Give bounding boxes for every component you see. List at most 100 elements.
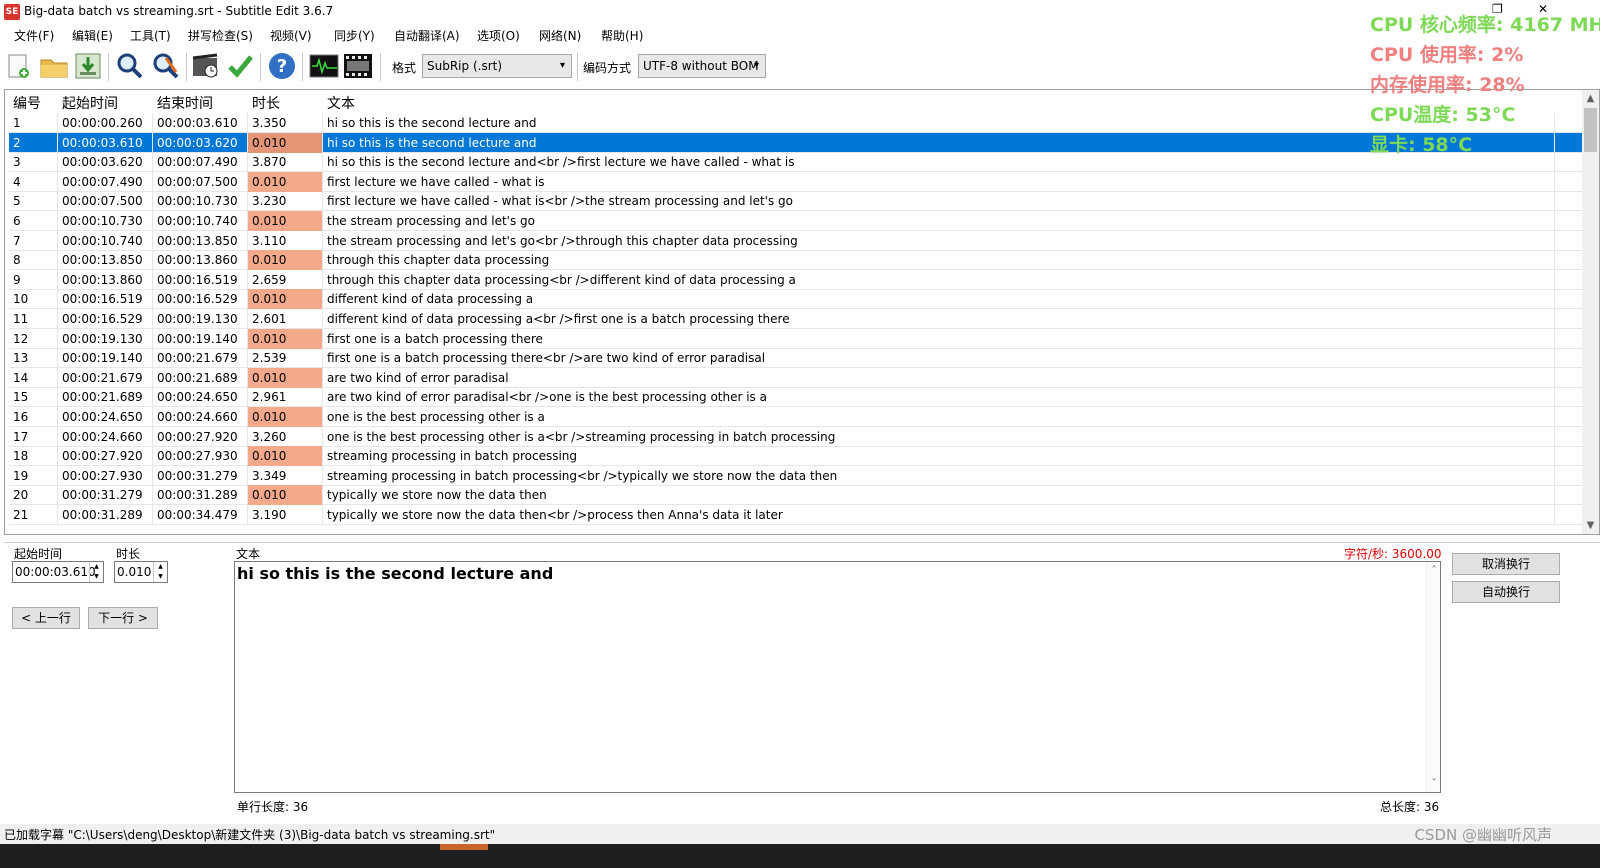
row-end-time: 00:00:21.689 bbox=[153, 367, 248, 388]
table-row[interactable]: 3 00:00:03.620 00:00:07.490 3.870 hi so this… bbox=[9, 152, 1583, 173]
menu-sync[interactable]: 同步(Y) bbox=[334, 27, 375, 44]
row-start-time: 00:00:16.529 bbox=[58, 309, 153, 329]
header-start-time[interactable]: 起始时间 bbox=[62, 93, 118, 113]
previous-line-button[interactable]: < 上一行 bbox=[12, 607, 80, 629]
row-number: 13 bbox=[9, 348, 58, 369]
waveform-icon[interactable] bbox=[308, 50, 340, 82]
row-end-time: 00:00:16.529 bbox=[153, 289, 248, 310]
header-duration[interactable]: 时长 bbox=[252, 93, 280, 113]
scroll-down-icon[interactable]: ˅ bbox=[1427, 775, 1441, 792]
header-text[interactable]: 文本 bbox=[327, 93, 355, 113]
row-text: first lecture we have called - what is<b… bbox=[323, 191, 1555, 212]
format-select[interactable]: SubRip (.srt) ▾ bbox=[422, 54, 572, 78]
row-text: first one is a batch processing there bbox=[323, 328, 1555, 349]
row-start-time: 00:00:07.490 bbox=[58, 171, 153, 192]
replace-icon[interactable] bbox=[150, 50, 182, 82]
video-frame-icon[interactable] bbox=[342, 50, 374, 82]
text-scrollbar[interactable]: ˄ ˅ bbox=[1426, 562, 1440, 792]
menu-spellcheck[interactable]: 拼写检查(S) bbox=[188, 27, 253, 44]
row-text: different kind of data processing a<br /… bbox=[323, 309, 1555, 329]
row-start-time: 00:00:24.650 bbox=[58, 407, 153, 427]
table-row[interactable]: 1 00:00:00.260 00:00:03.610 3.350 hi so this… bbox=[9, 113, 1583, 133]
encoding-select[interactable]: UTF-8 without BOM ▾ bbox=[638, 54, 766, 78]
table-row[interactable]: 6 00:00:10.730 00:00:10.740 0.010 the stream… bbox=[9, 211, 1583, 231]
table-row[interactable]: 5 00:00:07.500 00:00:10.730 3.230 first lect… bbox=[9, 191, 1583, 212]
table-row[interactable]: 20 00:00:31.279 00:00:31.289 0.010 typically… bbox=[9, 485, 1583, 506]
menu-options[interactable]: 选项(O) bbox=[477, 27, 520, 44]
search-icon[interactable] bbox=[114, 50, 146, 82]
header-end-time[interactable]: 结束时间 bbox=[157, 93, 213, 113]
row-end-time: 00:00:19.140 bbox=[153, 328, 248, 349]
start-time-stepper[interactable]: 00:00:03.610 ▲ ▼ bbox=[12, 561, 104, 583]
stepper-arrows-icon[interactable]: ▲ ▼ bbox=[89, 562, 103, 582]
table-row[interactable]: 15 00:00:21.689 00:00:24.650 2.961 are two k… bbox=[9, 387, 1583, 408]
subtitle-text-content: hi so this is the second lecture and bbox=[237, 564, 554, 583]
format-value: SubRip (.srt) bbox=[427, 59, 503, 73]
checkmark-icon[interactable] bbox=[224, 50, 256, 82]
stepper-arrows-icon[interactable]: ▲ ▼ bbox=[153, 562, 167, 582]
table-row[interactable]: 21 00:00:31.289 00:00:34.479 3.190 typically… bbox=[9, 505, 1583, 525]
save-download-icon[interactable] bbox=[72, 50, 104, 82]
subtitle-text-area[interactable]: hi so this is the second lecture and ˄ ˅ bbox=[234, 561, 1441, 793]
chars-per-second: 字符/秒: 3600.00 bbox=[1344, 547, 1442, 561]
table-row[interactable]: 4 00:00:07.490 00:00:07.500 0.010 first lect… bbox=[9, 171, 1583, 192]
row-text: the stream processing and let's go<br />… bbox=[323, 230, 1555, 251]
help-icon[interactable]: ? bbox=[266, 50, 298, 82]
video-clock-icon[interactable] bbox=[190, 50, 222, 82]
duration-value: 0.010 bbox=[117, 565, 152, 579]
menu-video[interactable]: 视频(V) bbox=[270, 27, 312, 44]
table-row[interactable]: 11 00:00:16.529 00:00:19.130 2.601 different… bbox=[9, 309, 1583, 329]
open-folder-icon[interactable] bbox=[38, 50, 70, 82]
row-end-time: 00:00:31.279 bbox=[153, 465, 248, 486]
single-line-length: 单行长度: 36 bbox=[237, 800, 309, 814]
row-duration: 3.260 bbox=[248, 426, 323, 447]
row-number: 7 bbox=[9, 230, 58, 251]
table-row[interactable]: 13 00:00:19.140 00:00:21.679 2.539 first one… bbox=[9, 348, 1583, 369]
menu-network[interactable]: 网络(N) bbox=[539, 27, 581, 44]
row-start-time: 00:00:07.500 bbox=[58, 191, 153, 212]
duration-stepper[interactable]: 0.010 ▲ ▼ bbox=[114, 561, 168, 583]
new-file-icon[interactable] bbox=[2, 50, 34, 82]
header-number[interactable]: 编号 bbox=[13, 93, 41, 113]
menu-help[interactable]: 帮助(H) bbox=[601, 27, 643, 44]
table-row[interactable]: 16 00:00:24.650 00:00:24.660 0.010 one is th… bbox=[9, 407, 1583, 427]
scroll-up-icon[interactable]: ˄ bbox=[1427, 562, 1441, 579]
row-duration: 2.601 bbox=[248, 309, 323, 329]
watermark: CSDN @幽幽听风声 bbox=[1414, 826, 1552, 844]
row-duration: 0.010 bbox=[248, 485, 323, 506]
table-row[interactable]: 10 00:00:16.519 00:00:16.529 0.010 different… bbox=[9, 289, 1583, 310]
unbreak-button[interactable]: 取消换行 bbox=[1452, 553, 1560, 575]
row-end-time: 00:00:21.679 bbox=[153, 348, 248, 369]
row-end-time: 00:00:13.860 bbox=[153, 250, 248, 271]
table-row[interactable]: 8 00:00:13.850 00:00:13.860 0.010 through th… bbox=[9, 250, 1583, 271]
cpu-frequency: CPU 核心频率: 4167 MHz bbox=[1370, 14, 1600, 36]
cpu-temperature: CPU温度: 53°C bbox=[1370, 104, 1516, 126]
table-row[interactable]: 18 00:00:27.920 00:00:27.930 0.010 streaming… bbox=[9, 446, 1583, 467]
menu-auto-translate[interactable]: 自动翻译(A) bbox=[394, 27, 460, 44]
table-row[interactable]: 19 00:00:27.930 00:00:31.279 3.349 streaming… bbox=[9, 465, 1583, 486]
row-text: streaming processing in batch processing bbox=[323, 446, 1555, 467]
menu-tools[interactable]: 工具(T) bbox=[130, 27, 171, 44]
app-logo-icon: SE bbox=[4, 4, 20, 20]
next-line-button[interactable]: 下一行 > bbox=[88, 607, 158, 629]
table-row[interactable]: 17 00:00:24.660 00:00:27.920 3.260 one is th… bbox=[9, 426, 1583, 447]
chevron-down-icon: ▾ bbox=[559, 60, 565, 71]
status-bar: 已加载字幕 "C:\Users\deng\Desktop\新建文件夹 (3)\B… bbox=[0, 824, 1600, 844]
row-start-time: 00:00:27.920 bbox=[58, 446, 153, 467]
chevron-down-icon: ▾ bbox=[753, 60, 759, 71]
table-row[interactable]: 12 00:00:19.130 00:00:19.140 0.010 first one… bbox=[9, 328, 1583, 349]
menu-file[interactable]: 文件(F) bbox=[14, 27, 54, 44]
table-row[interactable]: 2 00:00:03.610 00:00:03.620 0.010 hi so this… bbox=[9, 132, 1583, 153]
row-end-time: 00:00:07.500 bbox=[153, 171, 248, 192]
row-end-time: 00:00:10.730 bbox=[153, 191, 248, 212]
menu-edit[interactable]: 编辑(E) bbox=[72, 27, 113, 44]
table-row[interactable]: 14 00:00:21.679 00:00:21.689 0.010 are two k… bbox=[9, 367, 1583, 388]
row-number: 14 bbox=[9, 367, 58, 388]
taskbar bbox=[0, 844, 1600, 868]
scroll-down-icon[interactable]: ▼ bbox=[1582, 517, 1599, 534]
table-row[interactable]: 9 00:00:13.860 00:00:16.519 2.659 through th… bbox=[9, 269, 1583, 290]
row-start-time: 00:00:21.679 bbox=[58, 367, 153, 388]
table-row[interactable]: 7 00:00:10.740 00:00:13.850 3.110 the stream… bbox=[9, 230, 1583, 251]
auto-break-button[interactable]: 自动换行 bbox=[1452, 581, 1560, 603]
memory-usage: 内存使用率: 28% bbox=[1370, 74, 1525, 96]
